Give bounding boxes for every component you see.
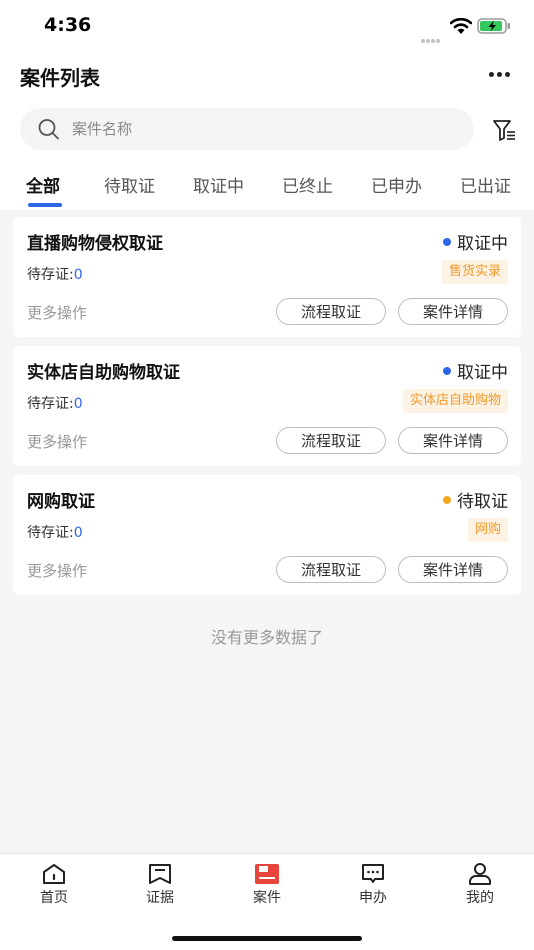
case-title: 网购取证	[27, 492, 95, 512]
tab-certified[interactable]: 已出证	[460, 172, 511, 197]
more-actions-link[interactable]: 更多操作	[27, 431, 87, 452]
tab-in-evidence[interactable]: 取证中	[193, 172, 244, 197]
case-status: 取证中	[443, 229, 508, 254]
case-type-tag: 网购	[467, 518, 508, 542]
active-tab-indicator	[28, 203, 62, 207]
pending-count: 0	[73, 525, 83, 541]
case-card[interactable]: 网购取证 待取证 待存证:0 网购 更多操作 流程取证 案件详情	[13, 475, 521, 595]
case-folder-icon	[255, 864, 279, 884]
tabbar-label: 案件	[253, 890, 281, 906]
status-label: 取证中	[457, 363, 508, 383]
tab-terminated[interactable]: 已终止	[282, 172, 333, 197]
case-status: 待取证	[443, 487, 508, 512]
more-options-button[interactable]	[486, 62, 512, 86]
case-type-tag: 售货实录	[441, 260, 508, 284]
tabbar-item-profile[interactable]: 我的	[445, 862, 515, 907]
tabbar-item-apply[interactable]: 申办	[338, 862, 408, 907]
case-detail-button[interactable]: 案件详情	[398, 556, 508, 583]
status-dot	[443, 495, 451, 504]
tabbar-label: 我的	[466, 890, 494, 906]
status-dot	[443, 366, 451, 375]
pending-count: 0	[73, 267, 83, 283]
tabbar-item-evidence[interactable]: 证据	[125, 862, 195, 907]
tabbar-label: 申办	[359, 890, 387, 906]
status-time: 4:36	[44, 14, 92, 36]
dot-icon	[496, 71, 502, 77]
case-detail-button[interactable]: 案件详情	[398, 427, 508, 454]
pending-label: 待存证:	[27, 525, 74, 541]
wifi-icon	[450, 17, 472, 34]
filter-icon[interactable]	[491, 117, 517, 143]
case-detail-button[interactable]: 案件详情	[398, 298, 508, 325]
more-actions-link[interactable]: 更多操作	[27, 302, 87, 323]
dot-icon	[504, 71, 510, 77]
flow-evidence-button[interactable]: 流程取证	[276, 298, 386, 325]
flow-evidence-button[interactable]: 流程取证	[276, 427, 386, 454]
status-label: 待取证	[457, 492, 508, 512]
home-icon	[43, 864, 65, 884]
evidence-icon	[149, 864, 171, 884]
status-label: 取证中	[457, 234, 508, 254]
search-input[interactable]	[72, 108, 452, 150]
cellular-signal-icon	[421, 28, 445, 43]
tabbar-item-home[interactable]: 首页	[19, 862, 89, 907]
tabbar-label: 首页	[40, 890, 68, 906]
page-title: 案件列表	[20, 66, 100, 90]
search-bar[interactable]	[20, 108, 474, 150]
header-area: 4:36 案件列表 全部 待取证 取证中 已终止 已申办 已出证	[0, 0, 534, 210]
pending-evidence-row: 待存证:0	[27, 264, 83, 284]
case-card[interactable]: 直播购物侵权取证 取证中 待存证:0 售货实录 更多操作 流程取证 案件详情	[13, 217, 521, 337]
tabbar-label: 证据	[146, 890, 174, 906]
search-icon	[38, 119, 59, 140]
pending-evidence-row: 待存证:0	[27, 393, 83, 413]
tab-applied[interactable]: 已申办	[371, 172, 422, 197]
case-card[interactable]: 实体店自助购物取证 取证中 待存证:0 实体店自助购物 更多操作 流程取证 案件…	[13, 346, 521, 466]
battery-icon	[477, 18, 510, 34]
tabbar-item-cases[interactable]: 案件	[232, 862, 302, 907]
case-title: 实体店自助购物取证	[27, 363, 180, 383]
case-type-tag: 实体店自助购物	[402, 389, 508, 413]
dot-icon	[488, 71, 494, 77]
no-more-data-text: 没有更多数据了	[210, 628, 323, 647]
pending-label: 待存证:	[27, 396, 74, 412]
flow-evidence-button[interactable]: 流程取证	[276, 556, 386, 583]
status-dot	[443, 237, 451, 246]
pending-count: 0	[73, 396, 83, 412]
profile-icon	[469, 863, 491, 885]
tab-all[interactable]: 全部	[26, 172, 60, 197]
case-title: 直播购物侵权取证	[27, 234, 163, 254]
home-indicator[interactable]	[172, 936, 362, 941]
pending-evidence-row: 待存证:0	[27, 522, 83, 542]
case-status: 取证中	[443, 358, 508, 383]
more-actions-link[interactable]: 更多操作	[27, 560, 87, 581]
apply-chat-icon	[362, 864, 384, 883]
pending-label: 待存证:	[27, 267, 74, 283]
tab-pending-evidence[interactable]: 待取证	[104, 172, 155, 197]
